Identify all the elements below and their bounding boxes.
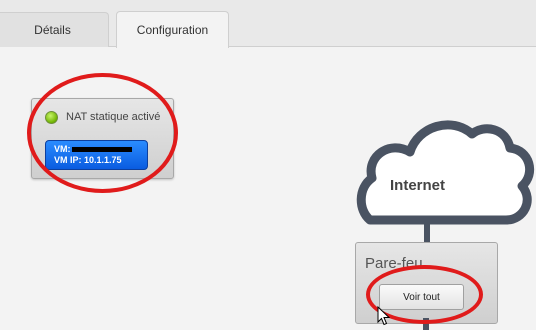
tab-configuration[interactable]: Configuration (116, 11, 229, 48)
tab-details[interactable]: Détails (0, 12, 109, 47)
internet-label: Internet (390, 177, 446, 194)
tab-bar: Détails Configuration (0, 0, 536, 48)
cloud-icon (356, 120, 535, 225)
annotation-circle-nat (27, 73, 178, 193)
mouse-pointer-icon (377, 306, 390, 326)
connection-line (424, 221, 430, 243)
